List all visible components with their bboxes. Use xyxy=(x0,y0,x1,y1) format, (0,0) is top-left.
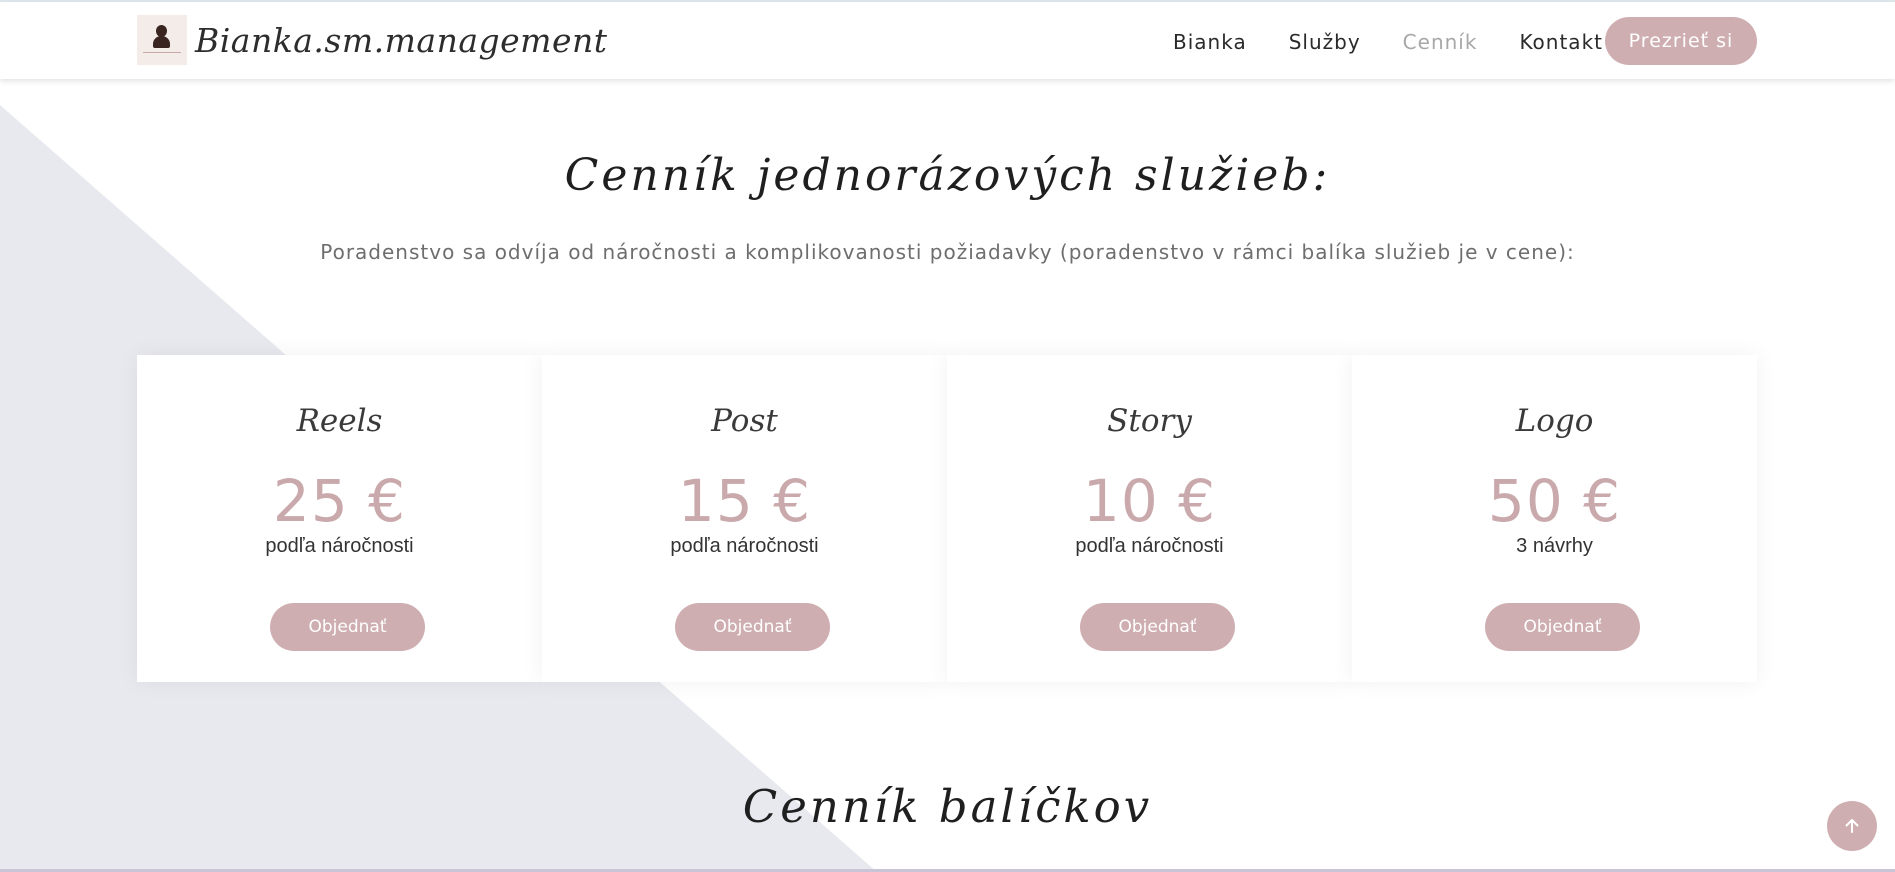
order-button[interactable]: Objednať xyxy=(1080,603,1235,651)
nav-item-bianka[interactable]: Bianka xyxy=(1173,30,1247,54)
card-note: 3 návrhy xyxy=(1516,535,1593,557)
pricing-card-story: Story 10 € podľa náročnosti Objednať xyxy=(947,355,1352,682)
scroll-to-top-button[interactable] xyxy=(1827,801,1877,851)
card-price: 50 € xyxy=(1487,467,1622,535)
card-note: podľa náročnosti xyxy=(670,535,819,557)
order-button[interactable]: Objednať xyxy=(270,603,425,651)
card-title: Logo xyxy=(1515,403,1594,439)
packages-title: Cenník balíčkov xyxy=(742,780,1153,833)
nav-item-kontakt[interactable]: Kontakt xyxy=(1519,30,1603,54)
order-button[interactable]: Objednať xyxy=(675,603,830,651)
card-price: 25 € xyxy=(272,467,407,535)
pricing-card-logo: Logo 50 € 3 návrhy Objednať xyxy=(1352,355,1757,682)
card-price: 10 € xyxy=(1082,467,1217,535)
brand-logo-image xyxy=(137,15,187,65)
card-title: Reels xyxy=(296,403,383,439)
prezriet-si-button[interactable]: Prezrieť si xyxy=(1605,17,1757,65)
card-note: podľa náročnosti xyxy=(1075,535,1224,557)
pricing-card-post: Post 15 € podľa náročnosti Objednať xyxy=(542,355,947,682)
pricing-title: Cenník jednorázových služieb: xyxy=(564,150,1331,201)
site-header: Bianka.sm.management Bianka Služby Cenní… xyxy=(0,2,1895,79)
card-title: Post xyxy=(711,403,778,439)
brand-name: Bianka.sm.management xyxy=(195,20,608,60)
card-note: podľa náročnosti xyxy=(265,535,414,557)
nav-item-cennik[interactable]: Cenník xyxy=(1403,30,1478,54)
main-nav: Bianka Služby Cenník Kontakt xyxy=(1173,19,1645,65)
arrow-up-icon xyxy=(1845,819,1859,833)
pricing-card-reels: Reels 25 € podľa náročnosti Objednať xyxy=(137,355,542,682)
nav-item-sluzby[interactable]: Služby xyxy=(1289,30,1361,54)
order-button[interactable]: Objednať xyxy=(1485,603,1640,651)
pricing-subtitle: Poradenstvo sa odvíja od náročnosti a ko… xyxy=(320,240,1575,264)
card-title: Story xyxy=(1107,403,1192,439)
brand-logo-link[interactable]: Bianka.sm.management xyxy=(137,15,608,65)
pricing-cards: Reels 25 € podľa náročnosti Objednať Pos… xyxy=(137,355,1757,682)
card-price: 15 € xyxy=(677,467,812,535)
